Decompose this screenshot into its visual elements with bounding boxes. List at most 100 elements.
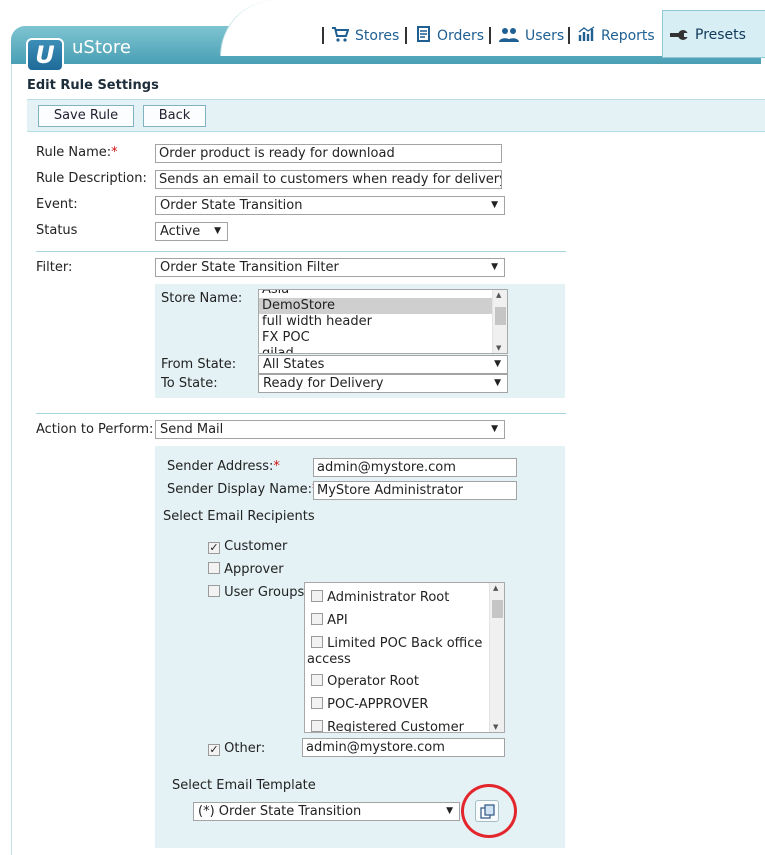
cart-icon bbox=[331, 27, 350, 48]
list-item-selected[interactable]: DemoStore bbox=[259, 298, 493, 314]
nav-users[interactable]: Users bbox=[499, 26, 564, 46]
scroll-thumb[interactable] bbox=[492, 600, 503, 618]
dropdown-arrow-icon: ▼ bbox=[446, 806, 453, 816]
other-checkbox[interactable]: ✓ bbox=[208, 744, 220, 756]
reports-icon bbox=[578, 26, 595, 48]
dropdown-arrow-icon: ▼ bbox=[214, 226, 221, 236]
rule-name-input[interactable]: Order product is ready for download bbox=[155, 144, 502, 163]
app-title: uStore bbox=[72, 37, 131, 58]
approver-label: Approver bbox=[224, 562, 284, 577]
user-groups-listbox[interactable]: Administrator Root API Limited POC Back … bbox=[304, 582, 505, 733]
sender-display-name-input[interactable]: MyStore Administrator bbox=[313, 481, 517, 500]
required-marker: * bbox=[111, 145, 118, 160]
content-border bbox=[11, 64, 12, 855]
from-state-label: From State: bbox=[161, 357, 237, 372]
user-groups-checkbox[interactable] bbox=[208, 585, 220, 597]
approver-checkbox[interactable] bbox=[208, 562, 220, 574]
checkbox[interactable] bbox=[311, 674, 323, 686]
user-group-item[interactable]: Limited POC Back office bbox=[311, 636, 482, 651]
scroll-down-icon[interactable]: ▼ bbox=[496, 344, 501, 352]
recipients-heading: Select Email Recipients bbox=[163, 509, 315, 524]
rule-name-label: Rule Name:* bbox=[36, 145, 118, 160]
checkbox[interactable] bbox=[311, 590, 323, 602]
customer-label: Customer bbox=[224, 539, 288, 554]
action-label: Action to Perform: bbox=[36, 422, 154, 437]
store-name-listbox[interactable]: Asia DemoStore full width header FX POC … bbox=[258, 289, 508, 354]
status-select[interactable]: Active ▼ bbox=[155, 222, 228, 241]
filter-select[interactable]: Order State Transition Filter ▼ bbox=[155, 258, 505, 277]
checkbox[interactable] bbox=[311, 697, 323, 709]
user-groups-option[interactable]: User Groups bbox=[208, 585, 304, 600]
to-state-label: To State: bbox=[161, 376, 218, 391]
back-button[interactable]: Back bbox=[143, 105, 206, 127]
other-option[interactable]: ✓ Other: bbox=[208, 741, 265, 756]
list-item[interactable]: Asia bbox=[259, 290, 493, 298]
action-select[interactable]: Send Mail ▼ bbox=[155, 420, 505, 439]
nav-orders[interactable]: Orders bbox=[415, 26, 484, 46]
user-groups-label: User Groups bbox=[224, 585, 305, 600]
orders-icon bbox=[415, 26, 431, 48]
nav-orders-label: Orders bbox=[437, 28, 485, 44]
other-email-input[interactable]: admin@mystore.com bbox=[302, 738, 505, 757]
nav-separator bbox=[322, 27, 324, 44]
event-select[interactable]: Order State Transition ▼ bbox=[155, 196, 505, 215]
rule-description-input[interactable]: Sends an email to customers when ready f… bbox=[155, 170, 502, 189]
scroll-down-icon[interactable]: ▼ bbox=[493, 723, 498, 731]
status-label: Status bbox=[36, 223, 78, 238]
nav-stores[interactable]: Stores bbox=[331, 26, 399, 46]
dropdown-arrow-icon: ▼ bbox=[494, 359, 501, 369]
toolbar bbox=[27, 99, 765, 132]
scrollbar[interactable]: ▲ ▼ bbox=[492, 290, 507, 353]
checkbox[interactable] bbox=[311, 720, 323, 732]
event-label: Event: bbox=[36, 197, 78, 212]
filter-label: Filter: bbox=[36, 260, 73, 275]
nav-separator bbox=[489, 27, 491, 44]
user-group-item[interactable]: Registered Customer bbox=[311, 720, 464, 732]
divider bbox=[36, 413, 566, 414]
user-group-item[interactable]: Administrator Root bbox=[311, 590, 449, 605]
rule-description-label: Rule Description: bbox=[36, 171, 147, 186]
user-group-item[interactable]: POC-APPROVER bbox=[311, 697, 428, 712]
customer-option[interactable]: ✓ Customer bbox=[208, 539, 287, 554]
nav-users-label: Users bbox=[525, 28, 565, 44]
sender-display-name-label: Sender Display Name:* bbox=[167, 482, 319, 497]
sender-address-label: Sender Address:* bbox=[167, 459, 280, 474]
sender-address-input[interactable]: admin@mystore.com bbox=[313, 458, 517, 477]
divider bbox=[36, 251, 566, 252]
dropdown-arrow-icon: ▼ bbox=[491, 262, 498, 272]
nav-separator bbox=[568, 27, 570, 44]
user-group-item[interactable]: Operator Root bbox=[311, 674, 419, 689]
list-item[interactable]: gilad bbox=[259, 346, 493, 353]
dropdown-arrow-icon: ▼ bbox=[491, 200, 498, 210]
approver-option[interactable]: Approver bbox=[208, 562, 284, 577]
nav-reports-label: Reports bbox=[601, 28, 655, 44]
list-item[interactable]: full width header bbox=[259, 314, 493, 330]
other-label: Other: bbox=[224, 741, 266, 756]
email-template-select[interactable]: (*) Order State Transition ▼ bbox=[193, 802, 460, 821]
checkbox[interactable] bbox=[311, 613, 323, 625]
highlight-annotation bbox=[461, 784, 517, 838]
scroll-up-icon[interactable]: ▲ bbox=[493, 584, 498, 592]
scrollbar[interactable]: ▲ ▼ bbox=[489, 583, 504, 732]
customer-checkbox[interactable]: ✓ bbox=[208, 542, 220, 554]
users-icon bbox=[499, 27, 519, 48]
user-group-item-continued: access bbox=[307, 652, 351, 667]
nav-reports[interactable]: Reports bbox=[578, 26, 655, 46]
scroll-up-icon[interactable]: ▲ bbox=[496, 291, 501, 299]
dropdown-arrow-icon: ▼ bbox=[494, 378, 501, 388]
list-item[interactable]: FX POC bbox=[259, 330, 493, 346]
scroll-thumb[interactable] bbox=[495, 307, 506, 325]
nav-presets-label: Presets bbox=[695, 27, 746, 43]
user-group-item[interactable]: API bbox=[311, 613, 348, 628]
app-logo[interactable]: U bbox=[26, 38, 64, 72]
checkbox[interactable] bbox=[311, 636, 323, 648]
nav-presets[interactable]: Presets bbox=[662, 10, 765, 58]
to-state-select[interactable]: Ready for Delivery ▼ bbox=[258, 374, 508, 393]
template-heading: Select Email Template bbox=[172, 778, 316, 793]
nav-separator bbox=[405, 27, 407, 44]
nav-stores-label: Stores bbox=[355, 28, 400, 44]
from-state-select[interactable]: All States ▼ bbox=[258, 355, 508, 374]
save-rule-button[interactable]: Save Rule bbox=[38, 105, 134, 127]
page-title: Edit Rule Settings bbox=[27, 78, 159, 93]
required-marker: * bbox=[273, 459, 280, 474]
